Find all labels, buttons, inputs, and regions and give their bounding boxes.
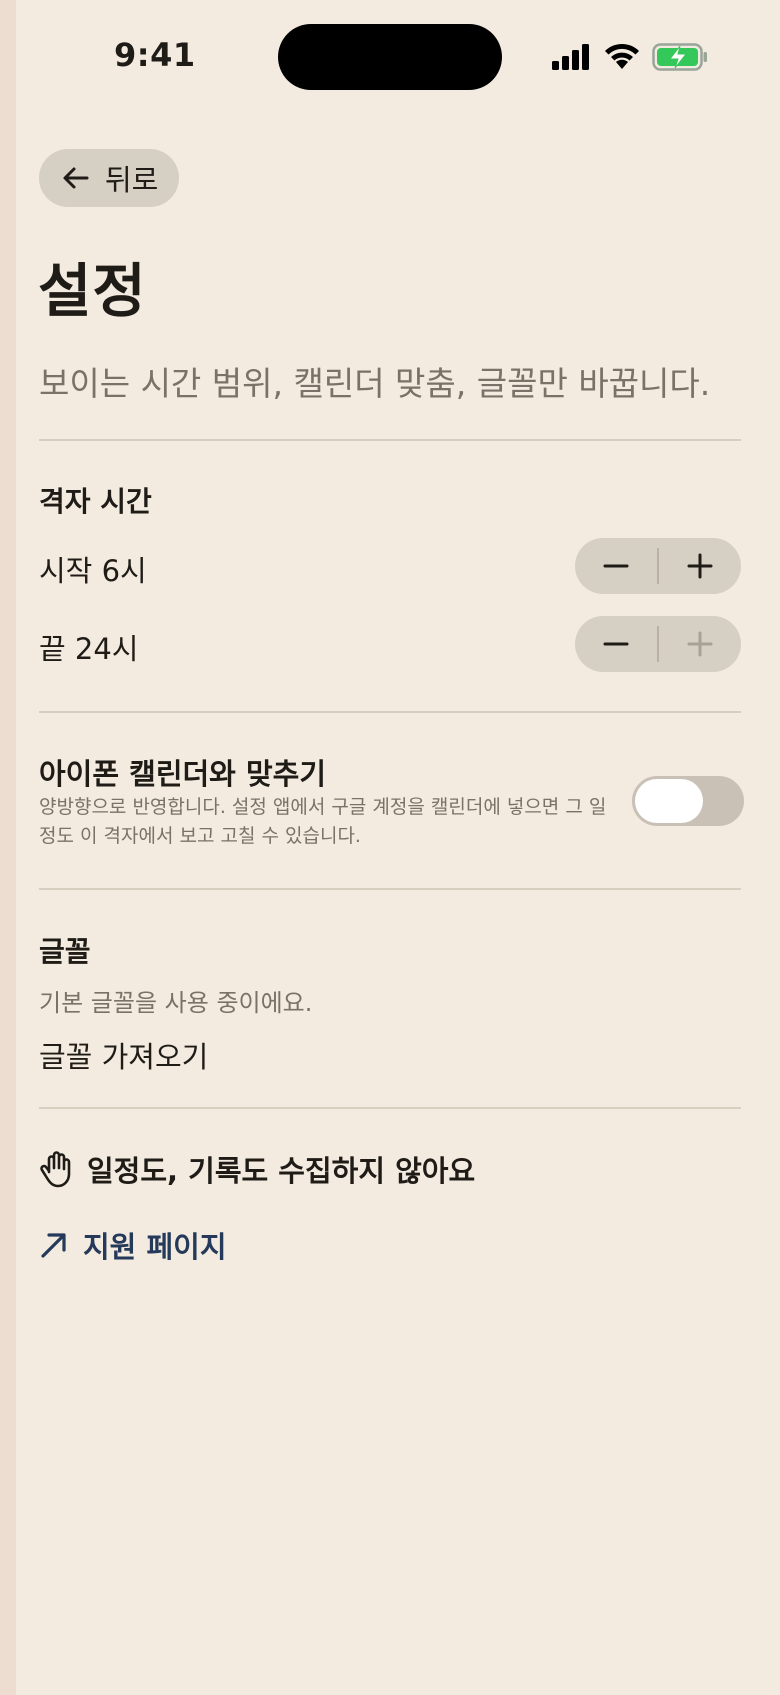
toggle-knob	[635, 779, 703, 823]
plus-icon	[687, 553, 713, 579]
calendar-sync-description: 양방향으로 반영합니다. 설정 앱에서 구글 계정을 캘린더에 넣으면 그 일정…	[39, 796, 607, 847]
calendar-sync-title: 아이폰 캘린더와 맞추기	[39, 757, 326, 791]
battery-charging-icon	[652, 43, 707, 71]
start-hour-stepper	[575, 538, 741, 594]
arrow-up-right-icon	[41, 1233, 66, 1258]
start-hour-decrement-button[interactable]	[575, 538, 657, 594]
divider	[39, 1107, 741, 1109]
back-button[interactable]: 뒤로	[39, 149, 179, 207]
arrow-left-icon	[63, 167, 89, 189]
end-hour-label: 끝 24시	[39, 632, 139, 666]
wifi-icon	[605, 43, 639, 69]
status-time: 9:41	[114, 36, 196, 74]
grid-time-title: 격자 시간	[39, 485, 152, 518]
privacy-label: 일정도, 기록도 수집하지 않아요	[87, 1154, 476, 1188]
start-hour-increment-button[interactable]	[659, 538, 741, 594]
end-hour-stepper	[575, 616, 741, 672]
divider	[39, 439, 741, 441]
minus-icon	[603, 564, 629, 568]
support-page-link[interactable]: 지원 페이지	[39, 1224, 227, 1266]
minus-icon	[603, 642, 629, 646]
dynamic-island	[278, 24, 502, 90]
cellular-signal-icon	[552, 44, 589, 70]
calendar-sync-toggle[interactable]	[632, 776, 744, 826]
divider	[39, 888, 741, 890]
hand-icon	[40, 1151, 71, 1188]
page-title: 설정	[38, 257, 147, 325]
start-hour-label: 시작 6시	[39, 554, 147, 588]
plus-icon	[687, 631, 713, 657]
font-description: 기본 글꼴을 사용 중이에요.	[39, 989, 313, 1017]
privacy-note: 일정도, 기록도 수집하지 않아요	[39, 1148, 475, 1190]
left-edge-strip	[0, 0, 16, 1695]
back-label: 뒤로	[105, 163, 159, 197]
divider	[39, 711, 741, 713]
font-title: 글꼴	[39, 935, 91, 968]
font-import-button[interactable]: 글꼴 가져오기	[39, 1034, 208, 1076]
page-subtitle: 보이는 시간 범위, 캘린더 맞춤, 글꼴만 바꿉니다.	[39, 364, 711, 403]
end-hour-increment-button[interactable]	[659, 616, 741, 672]
support-label: 지원 페이지	[83, 1230, 227, 1264]
end-hour-decrement-button[interactable]	[575, 616, 657, 672]
